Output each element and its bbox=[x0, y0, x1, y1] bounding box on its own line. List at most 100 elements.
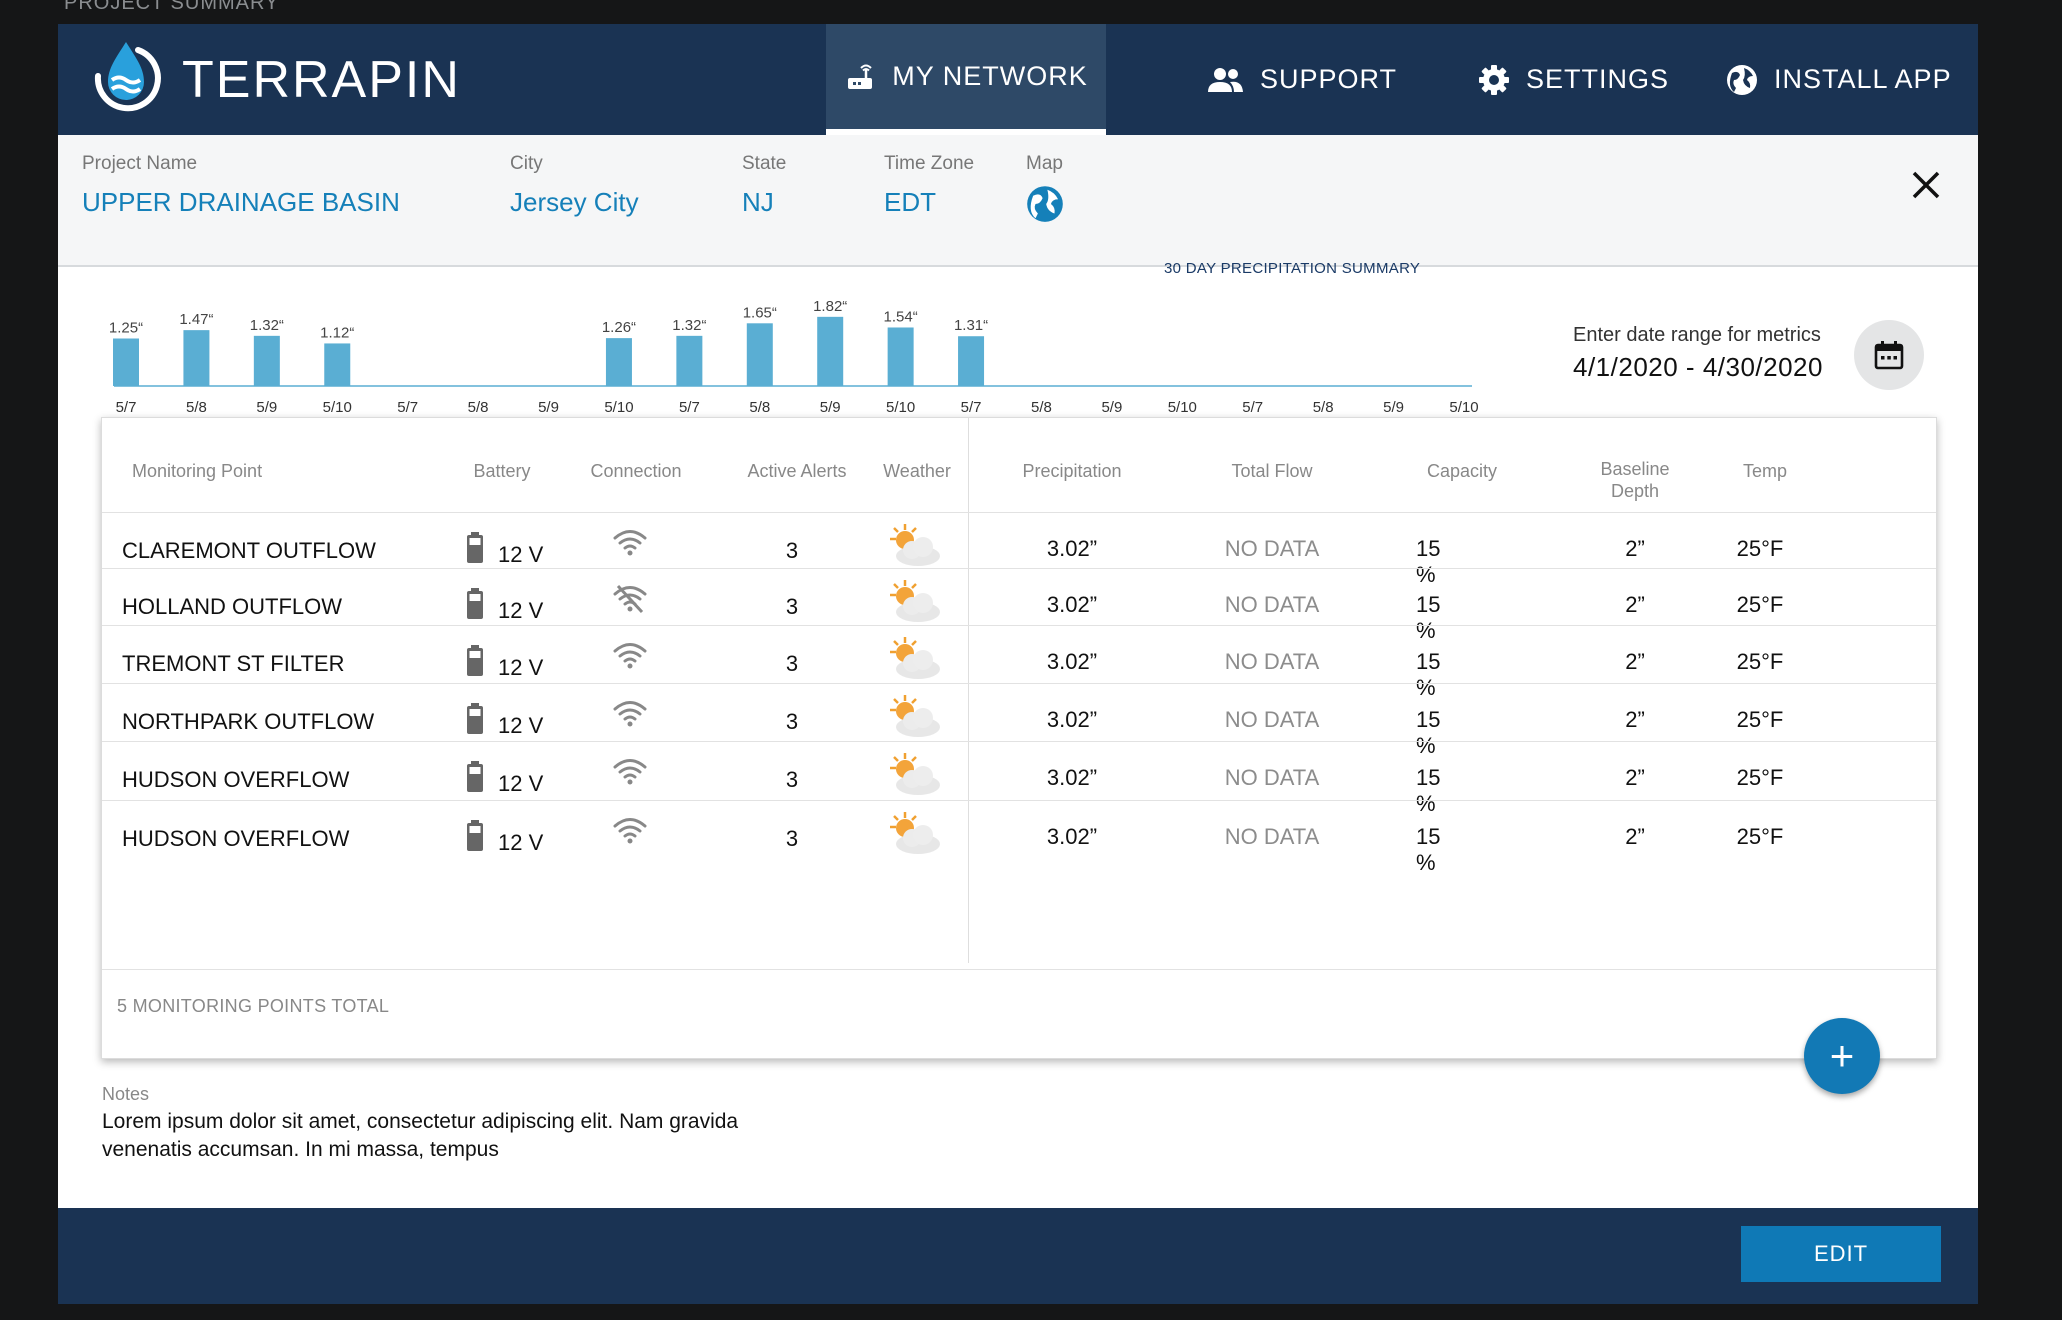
monitoring-point-name[interactable]: CLAREMONT OUTFLOW bbox=[122, 538, 376, 564]
monitoring-point-name[interactable]: HUDSON OVERFLOW bbox=[122, 826, 349, 852]
chart-bar[interactable] bbox=[253, 335, 280, 386]
page-caption: PROJECT SUMMARY bbox=[64, 0, 280, 14]
active-alerts-count[interactable]: 3 bbox=[762, 651, 822, 677]
map-globe-icon[interactable] bbox=[1026, 185, 1064, 223]
table-row[interactable]: HUDSON OVERFLOW 12 V 3 3.02” NO DATA 15 … bbox=[102, 802, 1936, 878]
chart-bar[interactable] bbox=[605, 338, 632, 386]
row-divider bbox=[102, 741, 1936, 742]
state-value[interactable]: NJ bbox=[742, 187, 786, 218]
notes-label: Notes bbox=[102, 1084, 150, 1104]
brand[interactable]: TERRAPIN bbox=[82, 42, 461, 116]
active-alerts-count[interactable]: 3 bbox=[762, 709, 822, 735]
time-zone-label: Time Zone bbox=[884, 153, 975, 174]
monitoring-point-name[interactable]: TREMONT ST FILTER bbox=[122, 651, 344, 677]
chart-title: 30 DAY PRECIPITATION SUMMARY bbox=[1164, 260, 1421, 277]
connection-icon-slot bbox=[612, 528, 648, 563]
state-field: State NJ bbox=[742, 153, 786, 218]
baseline-depth-value: 2” bbox=[1625, 707, 1645, 732]
precipitation-value: 3.02” bbox=[1046, 765, 1098, 790]
chart-bar[interactable] bbox=[676, 335, 703, 386]
nav-support[interactable]: SUPPORT bbox=[1206, 24, 1397, 135]
globe-icon bbox=[1727, 64, 1757, 95]
monitoring-point-name[interactable]: HUDSON OVERFLOW bbox=[122, 767, 349, 793]
chart-x-tick-label: 5/7 bbox=[961, 399, 982, 416]
city-label: City bbox=[510, 153, 543, 174]
chart-bar[interactable] bbox=[746, 323, 773, 386]
chart-data-label: 1.82“ bbox=[813, 300, 847, 315]
baseline-depth-value: 2” bbox=[1625, 824, 1645, 849]
partly-cloudy-icon bbox=[890, 580, 940, 622]
partly-cloudy-icon bbox=[890, 753, 940, 795]
chart-x-tick-label: 5/8 bbox=[468, 399, 489, 416]
battery-icon bbox=[467, 645, 483, 676]
active-alerts-count[interactable]: 3 bbox=[762, 767, 822, 793]
chart-bar[interactable] bbox=[887, 327, 914, 386]
nav-settings[interactable]: SETTINGS bbox=[1478, 24, 1669, 135]
row-divider bbox=[102, 568, 1936, 569]
project-name-value[interactable]: UPPER DRAINAGE BASIN bbox=[82, 187, 400, 218]
chart-bar[interactable] bbox=[113, 338, 139, 387]
date-range-value[interactable]: 4/1/2020 - 4/30/2020 bbox=[1573, 352, 1823, 383]
chart-data-label: 1.32“ bbox=[672, 317, 706, 334]
temperature-value: 25°F bbox=[1736, 649, 1784, 674]
time-zone-value[interactable]: EDT bbox=[884, 187, 974, 218]
partly-cloudy-icon bbox=[890, 524, 940, 566]
chart-bar[interactable] bbox=[324, 343, 351, 386]
map-label: Map bbox=[1026, 153, 1063, 174]
column-header: Capacity bbox=[1426, 461, 1498, 481]
nav-install-app[interactable]: INSTALL APP bbox=[1726, 24, 1952, 135]
baseline-depth-value: 2” bbox=[1625, 765, 1645, 790]
chart-x-tick-label: 5/7 bbox=[116, 399, 137, 416]
connection-icon-slot bbox=[612, 584, 648, 619]
notes-text[interactable]: Lorem ipsum dolor sit amet, consectetur … bbox=[102, 1108, 822, 1164]
chart-x-tick-label: 5/9 bbox=[820, 399, 841, 416]
chart-x-tick-label: 5/10 bbox=[1449, 399, 1478, 416]
nav-my-network[interactable]: MY NETWORK bbox=[826, 24, 1106, 135]
battery-voltage: 12 V bbox=[498, 542, 544, 567]
total-flow-value: NO DATA bbox=[1224, 536, 1320, 561]
active-alerts-count[interactable]: 3 bbox=[762, 538, 822, 564]
row-divider bbox=[102, 683, 1936, 684]
chart-bar[interactable] bbox=[817, 316, 844, 386]
state-label: State bbox=[742, 153, 787, 174]
people-icon bbox=[1208, 67, 1243, 92]
capacity-value: 15 bbox=[1416, 536, 1441, 561]
monitoring-point-name[interactable]: NORTHPARK OUTFLOW bbox=[122, 709, 374, 735]
monitoring-points-count: 5 MONITORING POINTS TOTAL bbox=[117, 996, 390, 1016]
wifi-icon bbox=[613, 643, 647, 669]
nav-label: INSTALL APP bbox=[1774, 64, 1952, 94]
add-monitoring-point-button[interactable]: + bbox=[1804, 1018, 1880, 1094]
monitoring-point-name[interactable]: HOLLAND OUTFLOW bbox=[122, 594, 342, 620]
chart-data-label: 1.25“ bbox=[109, 320, 143, 337]
total-flow-value: NO DATA bbox=[1224, 824, 1320, 849]
time-zone-field: Time Zone EDT bbox=[884, 153, 974, 218]
city-value[interactable]: Jersey City bbox=[510, 187, 639, 218]
chart-x-tick-label: 5/10 bbox=[886, 399, 915, 416]
precipitation-value: 3.02” bbox=[1046, 824, 1098, 849]
chart-x-tick-label: 5/7 bbox=[1242, 399, 1263, 416]
table-footer-divider bbox=[102, 969, 1936, 970]
chart-data-label: 1.26“ bbox=[602, 319, 636, 336]
calendar-button[interactable] bbox=[1854, 320, 1924, 390]
column-header: Baseline Depth bbox=[1600, 459, 1670, 501]
column-header: Monitoring Point bbox=[132, 461, 263, 481]
connection-icon-slot bbox=[612, 816, 648, 851]
close-icon[interactable] bbox=[1904, 163, 1948, 207]
battery-icon bbox=[467, 588, 483, 619]
temperature-value: 25°F bbox=[1736, 707, 1784, 732]
chart-x-tick-label: 5/10 bbox=[1168, 399, 1197, 416]
chart-bar[interactable] bbox=[958, 336, 985, 386]
active-alerts-count[interactable]: 3 bbox=[762, 594, 822, 620]
active-alerts-count[interactable]: 3 bbox=[762, 826, 822, 852]
row-divider bbox=[102, 625, 1936, 626]
edit-button[interactable]: EDIT bbox=[1741, 1226, 1941, 1282]
column-header: Weather bbox=[883, 461, 951, 481]
baseline-depth-value: 2” bbox=[1625, 649, 1645, 674]
precipitation-chart: 1.25“ 5/7 1.47“ 5/8 1.32“ 5/9 1.12“ 5/10 5/7 5/8 5… bbox=[109, 300, 1479, 416]
chart-bar[interactable] bbox=[183, 330, 210, 386]
router-icon bbox=[848, 64, 873, 89]
wifi-icon bbox=[613, 759, 647, 785]
chart-data-label: 1.31“ bbox=[954, 317, 988, 334]
chart-x-tick-label: 5/8 bbox=[1313, 399, 1334, 416]
chart-x-tick-label: 5/7 bbox=[679, 399, 700, 416]
